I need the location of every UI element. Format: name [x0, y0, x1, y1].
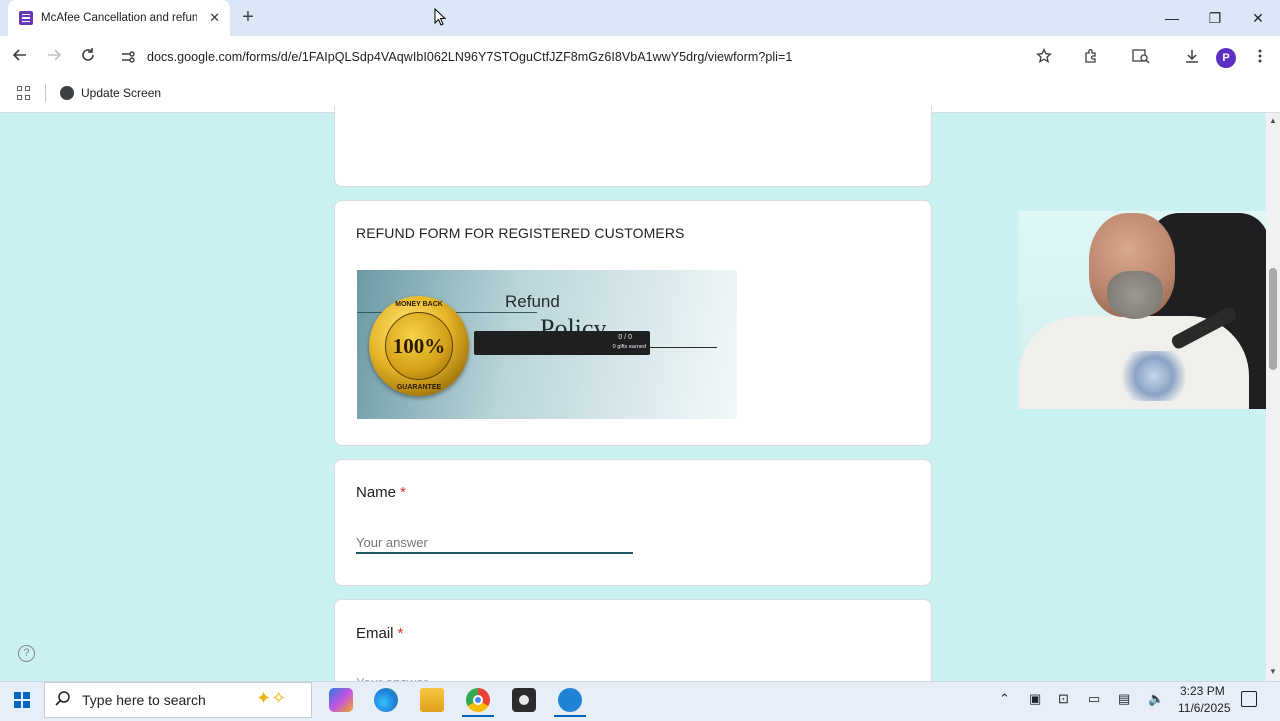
- tray-network-icon[interactable]: ▤: [1118, 691, 1130, 707]
- back-icon[interactable]: [9, 47, 31, 69]
- question-label-name: Name *: [356, 484, 406, 501]
- new-tab-button[interactable]: +: [238, 7, 258, 27]
- file-explorer-icon[interactable]: [420, 688, 444, 712]
- mouse-cursor-icon: [434, 7, 447, 26]
- star-icon[interactable]: [1034, 47, 1054, 68]
- seal-percent: 100%: [392, 334, 446, 358]
- tab-close-icon[interactable]: ✕: [209, 10, 220, 26]
- tab-title: McAfee Cancellation and refund: [41, 12, 197, 24]
- bookmark-label: Update Screen: [81, 86, 162, 100]
- forward-icon[interactable]: [43, 47, 65, 69]
- banner-heading: Refund: [505, 292, 560, 311]
- page-scrollbar[interactable]: [1266, 113, 1280, 681]
- taskbar-search-placeholder[interactable]: Type here to search: [82, 692, 206, 708]
- chrome-icon[interactable]: [466, 688, 490, 712]
- required-marker: *: [397, 625, 404, 642]
- bookmarks-divider: [45, 84, 46, 102]
- bookmark-update-screen[interactable]: Update Screen: [60, 84, 161, 102]
- camera-icon[interactable]: [512, 688, 536, 712]
- profile-avatar[interactable]: P: [1216, 48, 1236, 68]
- tray-chevron-icon[interactable]: ⌃: [999, 691, 1010, 707]
- sparkle-icon: ✦✧: [256, 688, 287, 708]
- menu-icon[interactable]: [1250, 48, 1270, 68]
- question-label-email: Email *: [356, 625, 403, 642]
- webcam-shirt-print: [1114, 351, 1194, 401]
- gifts-earned-label: 0 gifts earned: [612, 344, 646, 350]
- url-text[interactable]: docs.google.com/forms/d/e/1FAIpQLSdp4VAq…: [147, 50, 792, 64]
- tray-app-icon[interactable]: ▣: [1029, 691, 1041, 707]
- close-window-button[interactable]: ✕: [1244, 8, 1272, 28]
- gifts-overlay: 0 / 0 0 gifts earned: [474, 331, 650, 355]
- download-icon[interactable]: [1182, 48, 1202, 68]
- tray-screen-icon[interactable]: ⊡: [1058, 691, 1069, 707]
- globe-icon: [60, 86, 74, 100]
- webcam-person-beard: [1107, 271, 1163, 319]
- tab-search-icon[interactable]: [1131, 48, 1151, 68]
- clock-time[interactable]: 3:23 PM: [1180, 684, 1225, 698]
- notification-icon[interactable]: [1241, 691, 1257, 707]
- search-icon: [54, 690, 72, 708]
- volume-icon[interactable]: 🔈: [1148, 691, 1164, 707]
- scroll-up-icon[interactable]: ▲: [1269, 116, 1277, 125]
- seal-bottom-text: GUARANTEE: [396, 384, 442, 391]
- scroll-down-icon[interactable]: ▼: [1269, 667, 1277, 676]
- question-text: Name: [356, 484, 397, 501]
- site-info-icon[interactable]: [121, 50, 135, 64]
- gifts-count: 0 / 0: [618, 334, 632, 341]
- tab-active[interactable]: McAfee Cancellation and refund ✕: [8, 0, 230, 36]
- chrome-active-indicator: [462, 715, 494, 717]
- maximize-button[interactable]: ❐: [1201, 8, 1229, 28]
- reload-icon[interactable]: [77, 47, 99, 69]
- section-title: REFUND FORM FOR REGISTERED CUSTOMERS: [356, 225, 685, 241]
- clock-date[interactable]: 11/6/2025: [1178, 701, 1231, 715]
- question-card-name: [334, 459, 932, 586]
- minimize-button[interactable]: —: [1158, 8, 1186, 28]
- required-marker: *: [400, 484, 406, 501]
- name-input[interactable]: [356, 533, 633, 554]
- banner-underline: [649, 347, 717, 348]
- form-card-previous: [334, 106, 932, 187]
- tray-battery-icon[interactable]: ▭: [1088, 691, 1100, 707]
- scrollbar-thumb[interactable]: [1269, 268, 1277, 370]
- help-icon[interactable]: ?: [18, 645, 35, 662]
- webcam-overlay: [1019, 211, 1266, 409]
- app-active-indicator: [554, 715, 586, 717]
- google-forms-icon: [19, 11, 33, 25]
- extensions-icon[interactable]: [1081, 48, 1101, 68]
- question-text: Email: [356, 625, 394, 642]
- seal-top-text: MONEY BACK: [395, 301, 443, 308]
- seal-center: 100%: [385, 312, 453, 380]
- edge-icon[interactable]: [374, 688, 398, 712]
- refund-policy-banner: MONEY BACK 100% GUARANTEE Refund Policy …: [357, 270, 737, 419]
- app-icon[interactable]: [558, 688, 582, 712]
- windows-start-icon[interactable]: [14, 692, 30, 708]
- copilot-icon[interactable]: [329, 688, 353, 712]
- money-back-seal-icon: MONEY BACK 100% GUARANTEE: [369, 296, 469, 396]
- apps-grid-icon[interactable]: [17, 86, 31, 100]
